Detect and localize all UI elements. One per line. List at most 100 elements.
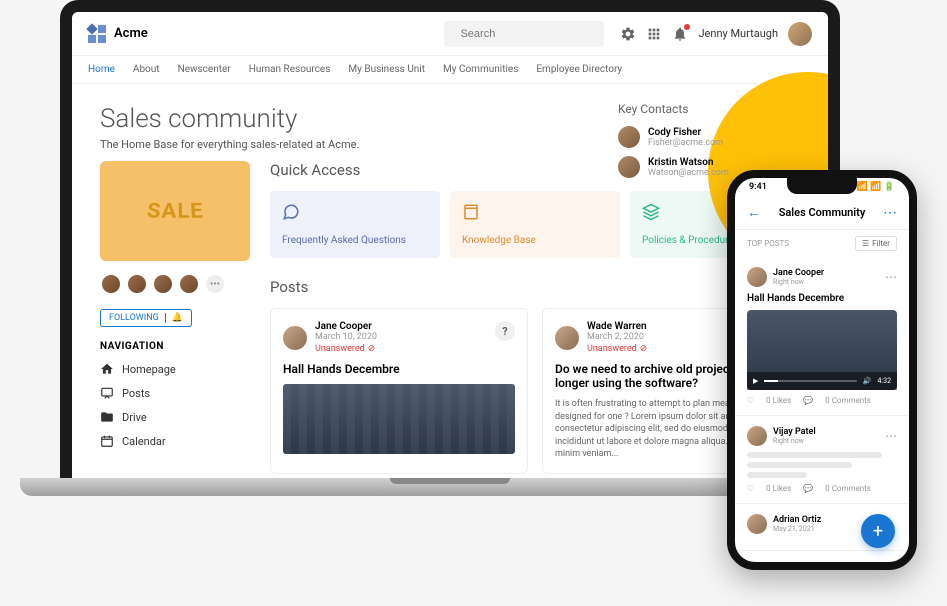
- phone-subheader: TOP POSTS ☰ Filter: [735, 230, 909, 257]
- avatar[interactable]: [152, 273, 174, 295]
- play-icon[interactable]: ▶: [753, 377, 758, 385]
- phone-title: Sales Community: [779, 206, 866, 219]
- app-header: Acme Jenny Murtaugh: [72, 12, 828, 56]
- avatar: [747, 426, 767, 446]
- tab-communities[interactable]: My Communities: [443, 64, 518, 75]
- gear-icon[interactable]: [620, 26, 636, 42]
- nav-title: NAVIGATION: [100, 341, 250, 352]
- laptop-screen: Acme Jenny Murtaugh Home About Newscente…: [60, 0, 840, 490]
- tab-newscenter[interactable]: Newscenter: [178, 64, 231, 75]
- avatar: [618, 126, 640, 148]
- skeleton-line: [747, 472, 807, 478]
- phone-header: ← Sales Community ⋯: [735, 196, 909, 230]
- contact-row[interactable]: Cody Fisher Fisher@acme.com: [618, 126, 798, 148]
- chat-icon: [282, 203, 300, 221]
- nav-homepage[interactable]: Homepage: [100, 362, 250, 376]
- post-author: Vijay Patel: [773, 427, 816, 437]
- book-icon: [462, 203, 480, 221]
- volume-icon[interactable]: 🔊: [863, 377, 872, 385]
- nav-tabs: Home About Newscenter Human Resources My…: [72, 56, 828, 84]
- heart-icon[interactable]: ♡: [747, 484, 754, 493]
- filter-button[interactable]: ☰ Filter: [855, 236, 897, 251]
- avatar: [747, 267, 767, 287]
- sale-hero-image: SALE: [100, 161, 250, 261]
- avatar[interactable]: [126, 273, 148, 295]
- post-image: [283, 384, 515, 454]
- more-avatars-button[interactable]: •••: [204, 273, 226, 295]
- phone-screen: 9:41 📶 📶 🔋 ← Sales Community ⋯ TOP POSTS…: [727, 170, 917, 570]
- post-time: Right now: [773, 437, 816, 445]
- post-date: March 10, 2020: [315, 332, 377, 342]
- more-icon[interactable]: ⋯: [885, 270, 897, 284]
- add-post-button[interactable]: +: [861, 514, 895, 548]
- post-title: Hall Hands Decembre: [283, 362, 515, 376]
- calendar-icon: [100, 434, 114, 448]
- comment-icon[interactable]: 💬: [803, 396, 813, 405]
- layers-icon: [642, 203, 660, 221]
- more-icon[interactable]: ⋯: [885, 429, 897, 443]
- post-author: Adrian Ortiz: [773, 515, 821, 525]
- contact-name: Cody Fisher: [648, 127, 723, 138]
- post-author: Jane Cooper: [773, 268, 824, 278]
- folder-icon: [100, 410, 114, 424]
- post-time: Right now: [773, 278, 824, 286]
- skeleton-line: [747, 452, 882, 458]
- search-input[interactable]: [460, 28, 602, 40]
- post-title: Hall Hands Decembre: [747, 293, 897, 304]
- search-box[interactable]: [444, 21, 604, 47]
- heart-icon[interactable]: ♡: [747, 396, 754, 405]
- chat-icon: [100, 386, 114, 400]
- avatar: [747, 514, 767, 534]
- tab-business-unit[interactable]: My Business Unit: [348, 64, 425, 75]
- status-icons: 📶 📶 🔋: [857, 182, 895, 192]
- post-card[interactable]: ? Jane Cooper March 10, 2020 Unanswered …: [270, 308, 528, 474]
- tab-home[interactable]: Home: [88, 64, 115, 75]
- tab-directory[interactable]: Employee Directory: [536, 64, 622, 75]
- notification-dot: [684, 24, 690, 30]
- following-button[interactable]: FOLLOWING 🔔: [100, 309, 192, 327]
- user-name[interactable]: Jenny Murtaugh: [698, 27, 778, 40]
- comment-icon[interactable]: 💬: [803, 484, 813, 493]
- contact-name: Kristin Watson: [648, 157, 729, 168]
- avatar: [555, 326, 579, 350]
- post-status: Unanswered ⊘: [587, 344, 647, 354]
- laptop-notch: [390, 478, 510, 484]
- mobile-post[interactable]: Vijay Patel Right now ⋯ ♡0 Likes 💬0 Comm…: [735, 416, 909, 504]
- post-status: Unanswered ⊘: [315, 344, 377, 354]
- nav-calendar[interactable]: Calendar: [100, 434, 250, 448]
- apps-icon[interactable]: [646, 26, 662, 42]
- back-button[interactable]: ←: [747, 204, 761, 221]
- post-author: Wade Warren: [587, 321, 647, 332]
- tab-hr[interactable]: Human Resources: [249, 64, 331, 75]
- logo-icon: [88, 25, 106, 43]
- member-avatars: •••: [100, 273, 250, 295]
- brand-name: Acme: [114, 26, 148, 41]
- avatar[interactable]: [100, 273, 122, 295]
- home-icon: [100, 362, 114, 376]
- post-video[interactable]: ▶ 🔊 4:32: [747, 310, 897, 390]
- progress-bar[interactable]: [764, 380, 856, 382]
- post-author: Jane Cooper: [315, 321, 377, 332]
- avatar[interactable]: [178, 273, 200, 295]
- question-badge: ?: [495, 321, 515, 341]
- bell-icon[interactable]: [672, 26, 688, 42]
- key-contacts-title: Key Contacts: [618, 102, 798, 116]
- phone-notch: [787, 178, 857, 194]
- sidebar: SALE ••• FOLLOWING 🔔 NAVIGATION Homepage…: [100, 161, 250, 474]
- skeleton-line: [747, 462, 852, 468]
- more-button[interactable]: ⋯: [883, 205, 897, 221]
- post-time: May 21, 2021: [773, 525, 821, 533]
- nav-drive[interactable]: Drive: [100, 410, 250, 424]
- avatar[interactable]: [788, 22, 812, 46]
- bell-icon: 🔔: [165, 313, 183, 323]
- video-duration: 4:32: [878, 377, 892, 385]
- top-posts-label: TOP POSTS: [747, 239, 789, 248]
- qa-kb-card[interactable]: Knowledge Base: [450, 191, 620, 258]
- qa-faq-card[interactable]: Frequently Asked Questions: [270, 191, 440, 258]
- tab-about[interactable]: About: [133, 64, 160, 75]
- contact-email: Fisher@acme.com: [648, 138, 723, 148]
- mobile-post[interactable]: Jane Cooper Right now ⋯ Hall Hands Decem…: [735, 257, 909, 416]
- post-date: March 2, 2020: [587, 332, 647, 342]
- avatar: [618, 156, 640, 178]
- nav-posts[interactable]: Posts: [100, 386, 250, 400]
